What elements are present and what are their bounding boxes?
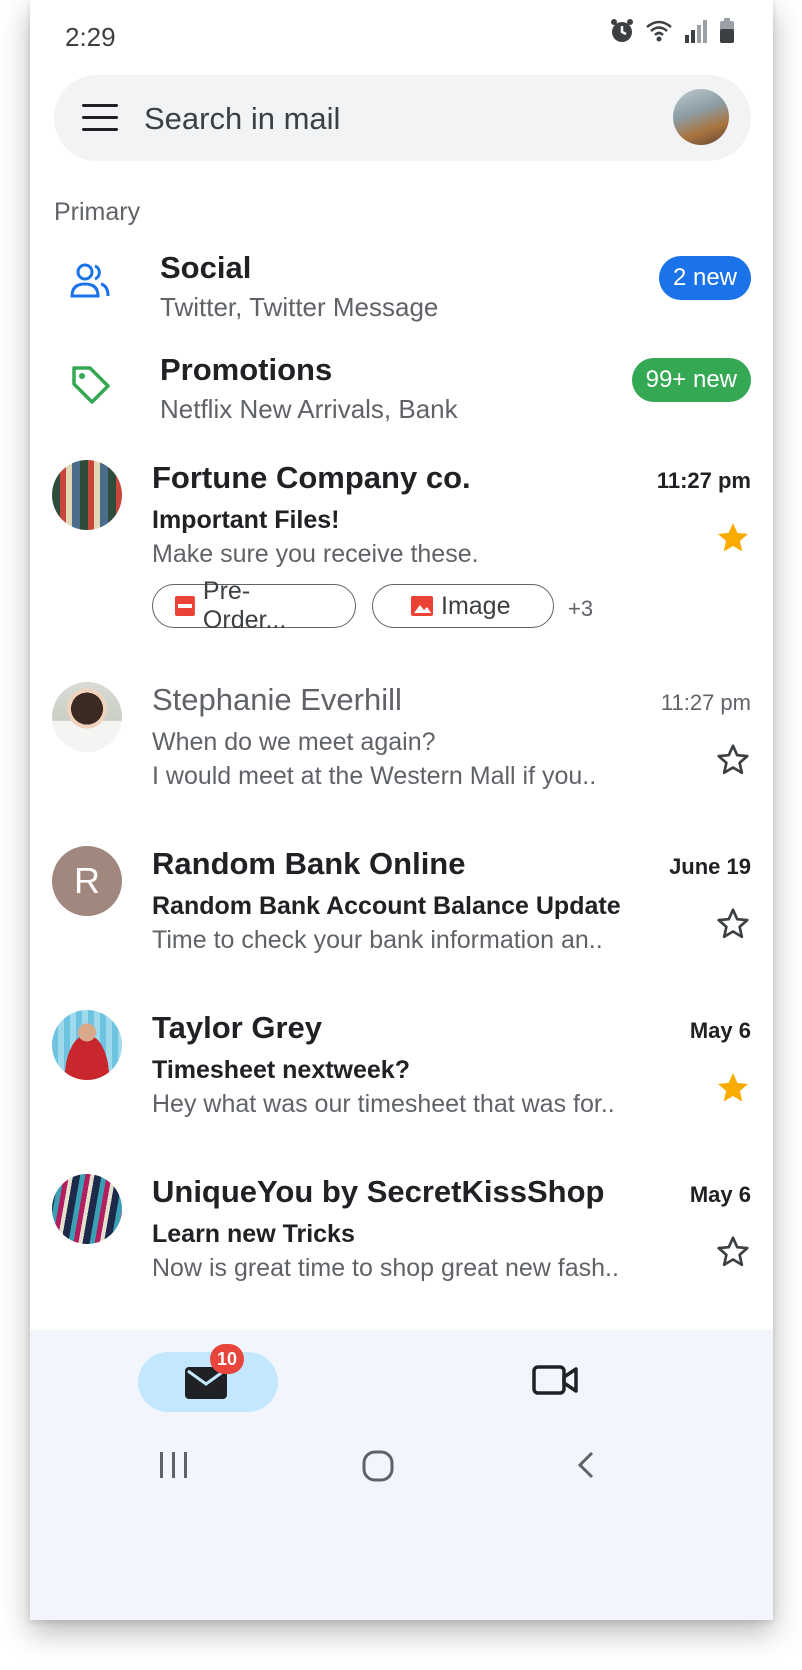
bottom-navigation: 10: [30, 1330, 773, 1620]
email-snippet: Hey what was our timesheet that was for.…: [152, 1090, 615, 1118]
people-icon: [70, 263, 110, 298]
star-icon[interactable]: [715, 1070, 751, 1106]
sender-name: Stephanie Everhill: [152, 682, 402, 717]
tag-icon: [72, 366, 110, 404]
image-icon: [411, 596, 433, 616]
email-subject: Learn new Tricks: [152, 1220, 355, 1248]
attachment-label: Image: [441, 591, 511, 620]
new-count-badge: 2 new: [658, 256, 751, 300]
category-subtitle: Twitter, Twitter Message: [160, 292, 439, 322]
wifi-icon: [646, 20, 672, 42]
email-row[interactable]: R Random Bank Online June 19 Random Bank…: [30, 846, 773, 976]
sender-avatar: R: [52, 846, 122, 916]
star-outline-icon[interactable]: [715, 906, 751, 942]
category-promotions[interactable]: Promotions Netflix New Arrivals, Bank 99…: [30, 352, 773, 442]
status-time: 2:29: [65, 22, 116, 52]
pdf-icon: [175, 596, 195, 616]
email-snippet: Time to check your bank information an..: [152, 926, 603, 954]
sender-name: Taylor Grey: [152, 1010, 323, 1045]
category-title: Promotions: [160, 352, 333, 387]
sender-avatar: [52, 682, 122, 752]
attachment-chip[interactable]: Pre-Order...: [152, 577, 356, 634]
section-label-primary: Primary: [54, 198, 141, 226]
star-icon[interactable]: [715, 520, 751, 556]
sender-name: Fortune Company co.: [152, 460, 471, 495]
account-avatar[interactable]: [673, 89, 729, 145]
avatar-letter: R: [74, 860, 100, 901]
email-row[interactable]: Fortune Company co. 11:27 pm Important F…: [30, 460, 773, 660]
status-icons: [609, 18, 735, 44]
category-title: Social: [160, 250, 252, 285]
email-date: May 6: [689, 1018, 751, 1043]
status-bar: 2:29: [30, 0, 773, 70]
email-row[interactable]: Taylor Grey May 6 Timesheet nextweek? He…: [30, 1010, 773, 1140]
category-social[interactable]: Social Twitter, Twitter Message 2 new: [30, 250, 773, 340]
email-subject: When do we meet again?: [152, 728, 436, 756]
email-snippet: Make sure you receive these.: [152, 540, 479, 568]
sender-avatar: [52, 1174, 122, 1244]
email-date: May 6: [689, 1182, 751, 1207]
search-input[interactable]: Search in mail: [144, 101, 340, 137]
email-date: June 19: [669, 854, 751, 879]
attachment-label: Pre-Order...: [202, 577, 287, 634]
new-count-badge: 99+ new: [631, 358, 751, 402]
sender-avatar: [52, 460, 122, 530]
more-attachments-count: +3: [568, 596, 594, 621]
email-date: 11:27 pm: [660, 690, 751, 715]
email-row[interactable]: Stephanie Everhill 11:27 pm When do we m…: [30, 682, 773, 812]
battery-icon: [720, 18, 734, 43]
attachment-chip[interactable]: Image: [372, 584, 554, 628]
email-snippet: I would meet at the Western Mall if you.…: [152, 762, 597, 790]
phone-screen: 2:29 Search in mail Primary Social Twitt…: [30, 0, 773, 1620]
category-subtitle: Netflix New Arrivals, Bank: [160, 394, 458, 424]
alarm-icon: [611, 19, 633, 42]
sender-name: UniqueYou by SecretKissShop: [152, 1174, 605, 1209]
home-icon[interactable]: [362, 1450, 394, 1482]
nav-mail-tab[interactable]: [138, 1352, 278, 1412]
system-navigation-bar: [30, 1450, 773, 1510]
sender-avatar: [52, 1010, 122, 1080]
email-date: 11:27 pm: [656, 468, 751, 493]
sender-name: Random Bank Online: [152, 846, 466, 881]
email-subject: Random Bank Account Balance Update: [152, 892, 621, 920]
back-icon[interactable]: [574, 1450, 598, 1480]
signal-icon: [685, 20, 707, 43]
email-row[interactable]: UniqueYou by SecretKissShop May 6 Learn …: [30, 1174, 773, 1304]
star-outline-icon[interactable]: [715, 742, 751, 778]
recent-apps-icon[interactable]: [158, 1450, 190, 1480]
search-bar[interactable]: Search in mail: [54, 75, 751, 161]
email-subject: Timesheet nextweek?: [152, 1056, 410, 1084]
email-subject: Important Files!: [152, 506, 340, 534]
email-snippet: Now is great time to shop great new fash…: [152, 1254, 619, 1282]
mail-unread-badge: 10: [210, 1344, 244, 1374]
menu-icon[interactable]: [82, 104, 118, 132]
star-outline-icon[interactable]: [715, 1234, 751, 1270]
video-camera-icon[interactable]: [532, 1364, 578, 1396]
